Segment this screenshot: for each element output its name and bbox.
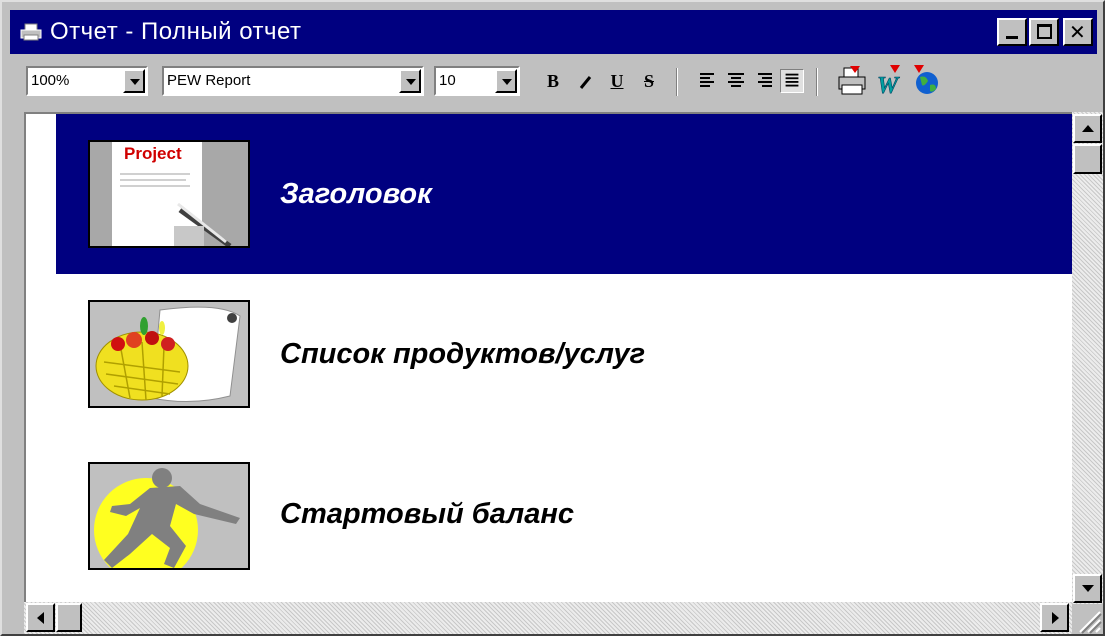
- window-title: Отчет - Полный отчет: [50, 18, 302, 45]
- runner-icon: [88, 462, 250, 570]
- hscroll-thumb[interactable]: [56, 603, 82, 632]
- bold-button[interactable]: B: [540, 68, 566, 94]
- export-word-button[interactable]: W: [874, 65, 906, 99]
- export-web-button[interactable]: [910, 65, 942, 97]
- align-justify-icon: [785, 73, 799, 87]
- vertical-scrollbar[interactable]: [1072, 112, 1103, 604]
- font-size-value: 10: [439, 72, 456, 89]
- report-item-label: Заголовок: [280, 177, 432, 210]
- font-select[interactable]: PEW Report: [162, 66, 424, 96]
- italic-icon: [579, 76, 592, 89]
- report-item-label: Список продуктов/услуг: [280, 337, 646, 370]
- scroll-down-icon[interactable]: [1073, 574, 1102, 603]
- export-word-icon: W: [877, 65, 900, 99]
- report-item[interactable]: Стартовый баланс: [26, 434, 1072, 594]
- align-left-button[interactable]: [696, 69, 720, 93]
- resize-grip[interactable]: [1072, 604, 1103, 634]
- export-web-icon: [914, 65, 938, 94]
- minimize-icon: [1006, 36, 1018, 39]
- close-button[interactable]: ✕: [1063, 18, 1093, 46]
- scroll-left-icon[interactable]: [26, 603, 55, 632]
- report-item-label: Стартовый баланс: [280, 497, 574, 530]
- printer-icon: [20, 23, 42, 41]
- chevron-down-icon[interactable]: [495, 69, 517, 93]
- font-size-select[interactable]: 10: [434, 66, 520, 96]
- svg-text:W: W: [877, 73, 900, 97]
- report-item[interactable]: Список продуктов/услуг: [26, 274, 1072, 434]
- scroll-thumb[interactable]: [1073, 144, 1102, 174]
- align-center-icon: [728, 73, 744, 87]
- scroll-right-icon[interactable]: [1040, 603, 1069, 632]
- title-bar[interactable]: Отчет - Полный отчет ✕: [10, 10, 1097, 54]
- minimize-button[interactable]: [997, 18, 1027, 46]
- align-left-icon: [700, 73, 714, 87]
- report-window: Отчет - Полный отчет ✕ 100% PEW Report 1…: [0, 0, 1105, 636]
- close-icon: ✕: [1069, 20, 1086, 44]
- format-toolbar: 100% PEW Report 10 B U S W: [10, 56, 1097, 108]
- chevron-down-icon[interactable]: [399, 69, 421, 93]
- maximize-button[interactable]: [1029, 18, 1059, 46]
- toolbar-separator: [676, 68, 678, 96]
- thumb-title: Project: [124, 144, 182, 163]
- maximize-icon: [1037, 24, 1052, 39]
- scroll-up-icon[interactable]: [1073, 114, 1102, 143]
- align-right-button[interactable]: [752, 69, 776, 93]
- print-button[interactable]: [836, 65, 868, 97]
- report-content: Project Заголовок Список продуктов/услуг…: [24, 112, 1072, 602]
- resize-grip-icon: [1079, 611, 1102, 634]
- print-icon: [838, 66, 866, 95]
- align-justify-button[interactable]: [780, 69, 804, 93]
- zoom-value: 100%: [31, 72, 70, 89]
- zoom-select[interactable]: 100%: [26, 66, 148, 96]
- italic-button[interactable]: [572, 68, 598, 94]
- report-item[interactable]: Project Заголовок: [56, 114, 1072, 274]
- align-center-button[interactable]: [724, 69, 748, 93]
- chevron-down-icon[interactable]: [123, 69, 145, 93]
- toolbar-separator: [816, 68, 818, 96]
- fruit-basket-icon: [88, 300, 250, 408]
- horizontal-scrollbar[interactable]: [24, 602, 1072, 634]
- strikethrough-button[interactable]: S: [636, 68, 662, 94]
- underline-button[interactable]: U: [604, 68, 630, 94]
- font-value: PEW Report: [167, 72, 251, 89]
- align-right-icon: [758, 73, 772, 87]
- project-document-icon: Project: [88, 140, 250, 248]
